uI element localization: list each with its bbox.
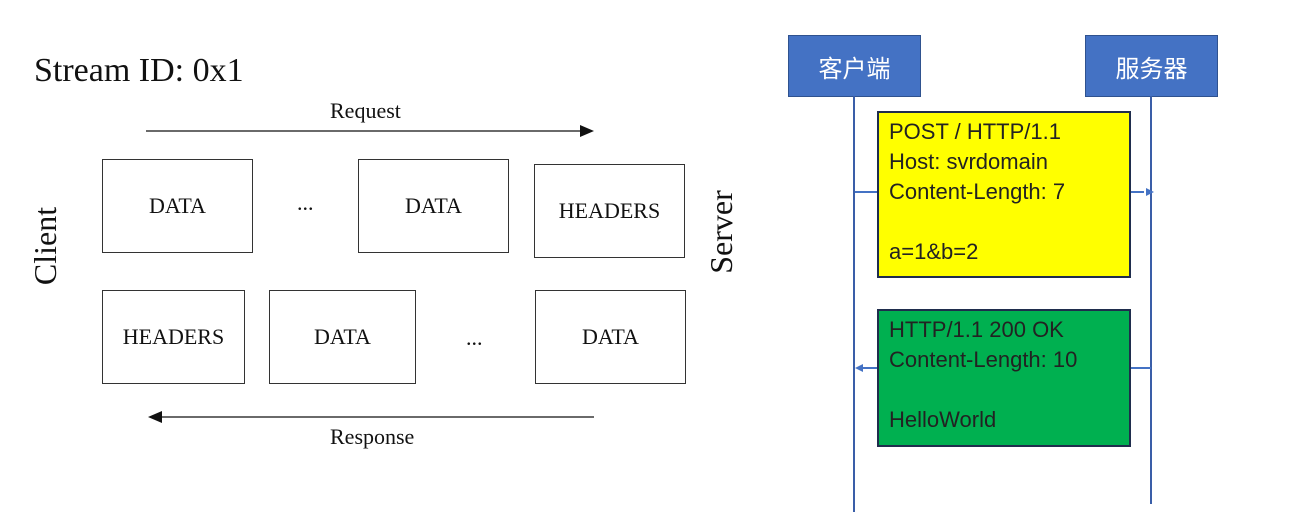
server-label: Server bbox=[703, 190, 739, 274]
request-frame-data-1: DATA bbox=[102, 159, 253, 253]
response-frame-ellipsis: ... bbox=[466, 325, 483, 350]
response-message-line-right bbox=[1130, 367, 1151, 369]
request-message-arrowhead bbox=[1146, 188, 1154, 196]
client-actor-box: 客户端 bbox=[788, 35, 921, 97]
client-label: Client bbox=[27, 206, 63, 286]
response-line-1: HTTP/1.1 200 OK bbox=[889, 317, 1064, 342]
server-actor-box: 服务器 bbox=[1085, 35, 1218, 97]
server-lifeline bbox=[1150, 96, 1152, 504]
response-message-line-left bbox=[862, 367, 878, 369]
request-frame-data-2: DATA bbox=[358, 159, 509, 253]
request-line-4 bbox=[889, 207, 1119, 237]
response-message-box: HTTP/1.1 200 OK Content-Length: 10 Hello… bbox=[877, 309, 1131, 447]
stream-title: Stream ID: 0x1 bbox=[34, 52, 244, 89]
response-line-4: HelloWorld bbox=[889, 407, 997, 432]
response-frame-headers: HEADERS bbox=[102, 290, 245, 384]
request-message-line-left bbox=[855, 191, 878, 193]
response-label: Response bbox=[330, 424, 415, 449]
response-frame-data-1: DATA bbox=[269, 290, 416, 384]
client-actor-label: 客户端 bbox=[818, 55, 891, 83]
request-line-1: POST / HTTP/1.1 bbox=[889, 119, 1061, 144]
response-line-3 bbox=[889, 375, 1119, 405]
response-line-2: Content-Length: 10 bbox=[889, 347, 1078, 372]
request-message-line-right bbox=[1130, 191, 1144, 193]
request-line-2: Host: svrdomain bbox=[889, 149, 1048, 174]
request-frame-ellipsis: ... bbox=[297, 190, 314, 215]
request-arrow bbox=[146, 125, 594, 137]
request-line-5: a=1&b=2 bbox=[889, 239, 979, 264]
request-line-3: Content-Length: 7 bbox=[889, 179, 1066, 204]
request-label: Request bbox=[330, 98, 401, 123]
server-actor-label: 服务器 bbox=[1115, 55, 1188, 83]
response-message-arrowhead bbox=[855, 364, 863, 372]
response-frame-data-2: DATA bbox=[535, 290, 686, 384]
request-frame-headers: HEADERS bbox=[534, 164, 685, 258]
client-lifeline bbox=[853, 96, 855, 512]
request-message-box: POST / HTTP/1.1 Host: svrdomain Content-… bbox=[877, 111, 1131, 278]
